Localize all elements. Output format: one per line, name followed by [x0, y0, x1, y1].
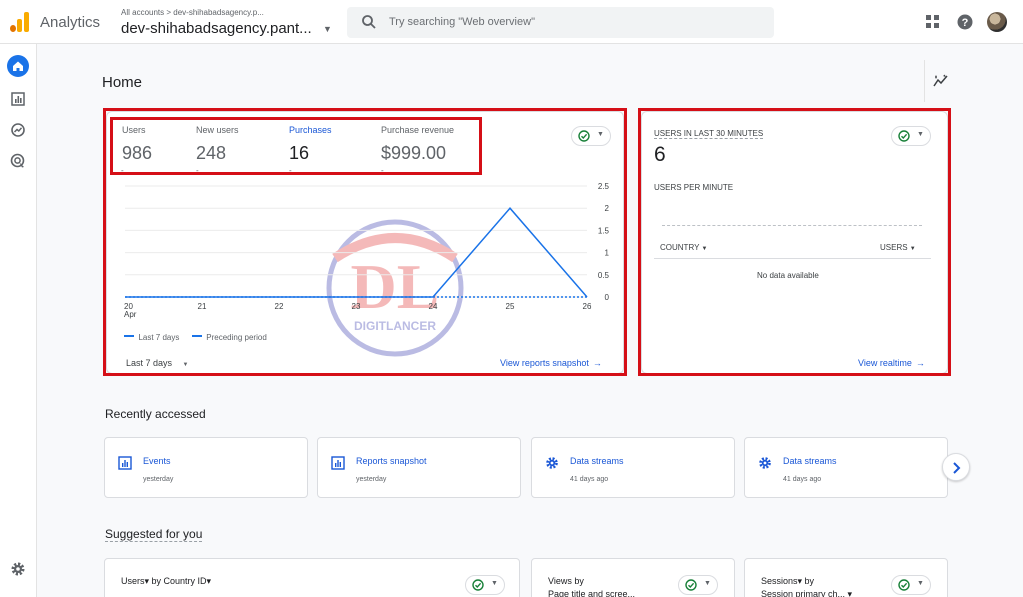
chevron-right-icon [953, 462, 961, 474]
help-icon[interactable]: ? [957, 14, 973, 30]
recently-accessed-title: Recently accessed [105, 407, 206, 421]
check-circle-icon [472, 579, 484, 591]
reports-icon[interactable] [9, 90, 27, 108]
app-name: Analytics [40, 14, 101, 31]
highlight-box [110, 117, 482, 175]
advertising-icon[interactable] [9, 152, 27, 170]
suggested-title: Suggested for you [105, 527, 203, 542]
suggested-card[interactable]: Views by Page title and scree... ▼ [531, 558, 735, 597]
search-icon [362, 15, 376, 29]
suggested-compare-toggle[interactable]: ▼ [465, 575, 505, 595]
chevron-down-icon: ▼ [491, 580, 498, 587]
report-icon [331, 456, 345, 470]
recent-card-data-streams[interactable]: Data streams 41 days ago [531, 437, 735, 498]
chevron-down-icon[interactable]: ▼ [323, 24, 332, 34]
suggested-compare-toggle[interactable]: ▼ [891, 575, 931, 595]
suggested-card[interactable]: Sessions▾ by Session primary ch... ▾ ▼ [744, 558, 948, 597]
svg-text:?: ? [962, 17, 969, 29]
insights-button[interactable] [924, 60, 952, 102]
report-icon [118, 456, 132, 470]
suggested-card[interactable]: Users▾ by Country ID▾ ▼ [104, 558, 520, 597]
check-circle-icon [898, 579, 910, 591]
top-bar: Analytics All accounts > dev-shihabadsag… [0, 0, 1023, 44]
insights-icon [933, 74, 948, 87]
highlight-box [638, 108, 951, 376]
chevron-down-icon: ▼ [917, 580, 924, 587]
chevron-down-icon: ▼ [704, 580, 711, 587]
settings-icon [759, 457, 771, 469]
account-breadcrumb[interactable]: All accounts > dev-shihabadsagency.p... [121, 8, 264, 17]
settings-icon[interactable] [9, 560, 27, 578]
settings-icon [546, 457, 558, 469]
analytics-logo-icon[interactable] [10, 12, 30, 32]
search-placeholder: Try searching "Web overview" [389, 16, 535, 28]
suggested-compare-toggle[interactable]: ▼ [678, 575, 718, 595]
property-selector[interactable]: dev-shihabadsagency.pant... [121, 20, 312, 37]
apps-icon[interactable] [926, 15, 940, 29]
avatar[interactable] [987, 12, 1007, 32]
home-icon[interactable] [7, 55, 29, 77]
recent-card-events[interactable]: Events yesterday [104, 437, 308, 498]
check-circle-icon [685, 579, 697, 591]
explore-icon[interactable] [9, 121, 27, 139]
carousel-next-button[interactable] [942, 453, 970, 481]
page-title: Home [102, 74, 143, 91]
recent-card-reports-snapshot[interactable]: Reports snapshot yesterday [317, 437, 521, 498]
search-bar[interactable]: Try searching "Web overview" [347, 7, 774, 38]
left-nav [0, 44, 37, 597]
recent-card-data-streams[interactable]: Data streams 41 days ago [744, 437, 948, 498]
